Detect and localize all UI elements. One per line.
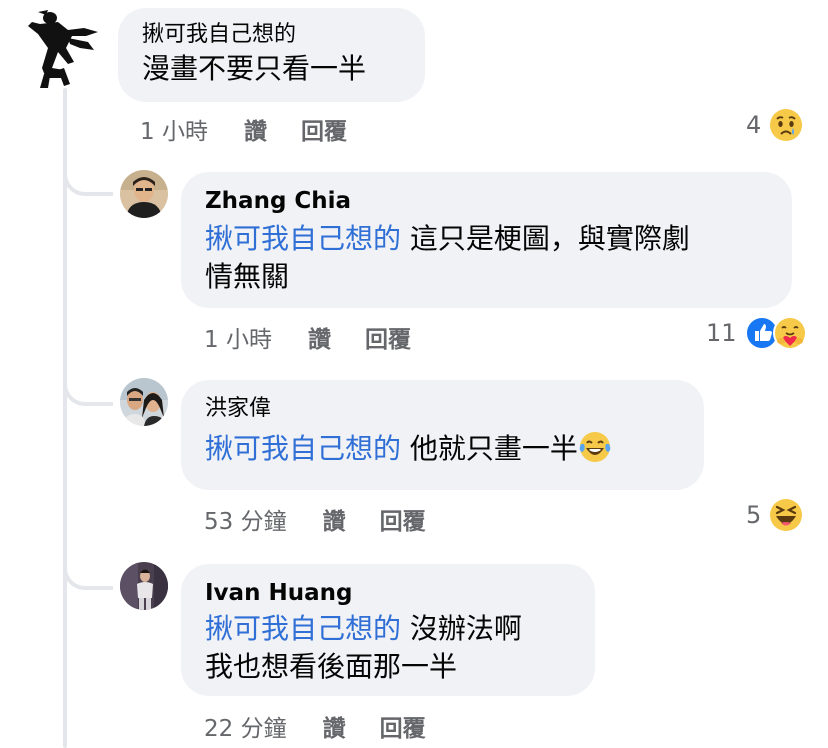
- reply-meta: 53 分鐘 讚回覆: [204, 502, 426, 536]
- reply-avatar[interactable]: [120, 170, 168, 218]
- person-photo-icon: [120, 562, 168, 610]
- thread-connector: [63, 376, 113, 406]
- comment-bubble: 揪可我自己想的 漫畫不要只看一半: [118, 8, 425, 102]
- reply-author[interactable]: Zhang Chia: [205, 186, 792, 216]
- commenter-avatar[interactable]: [28, 8, 102, 88]
- reply-author[interactable]: Ivan Huang: [205, 578, 595, 608]
- like-button[interactable]: 讚: [244, 112, 267, 146]
- person-photo-icon: [120, 170, 168, 218]
- reply-text: 揪可我自己想的 他就只畫一半: [205, 430, 704, 468]
- reply-author[interactable]: 洪家偉: [205, 394, 704, 424]
- thread-connector: [63, 560, 113, 590]
- sad-icon: [770, 109, 803, 141]
- comment-author[interactable]: 揪可我自己想的: [142, 20, 425, 50]
- reaction-count: 4: [746, 111, 762, 139]
- reply-bubble: Ivan Huang 揪可我自己想的 沒辦法啊 我也想看後面那一半: [181, 564, 595, 696]
- like-button[interactable]: 讚: [323, 502, 346, 536]
- mention-link[interactable]: 揪可我自己想的: [205, 432, 401, 465]
- reply-bubble: 洪家偉 揪可我自己想的 他就只畫一半: [181, 380, 704, 490]
- reply-time[interactable]: 1 小時: [204, 320, 272, 354]
- thread-connector: [63, 166, 113, 196]
- reply-text: 揪可我自己想的 這只是梗圖，與實際劇: [205, 222, 690, 255]
- laugh-tears-icon: [579, 432, 611, 462]
- care-icon: [772, 316, 807, 350]
- reply-text-line2: 我也想看後面那一半: [205, 650, 458, 683]
- reply-bubble: Zhang Chia 揪可我自己想的 這只是梗圖，與實際劇 情無關: [181, 172, 792, 308]
- couple-photo-icon: [120, 378, 168, 426]
- like-button[interactable]: 讚: [323, 709, 346, 743]
- reaction-summary[interactable]: 11: [706, 316, 807, 350]
- comment-text: 漫畫不要只看一半: [142, 52, 367, 85]
- reply-meta: 1 小時 讚回覆: [204, 320, 411, 354]
- reply-meta: 22 分鐘 讚回覆: [204, 709, 426, 743]
- reaction-summary[interactable]: 5: [746, 498, 803, 532]
- mention-link[interactable]: 揪可我自己想的: [205, 612, 401, 645]
- reply-avatar[interactable]: [120, 562, 168, 610]
- reaction-count: 11: [706, 319, 737, 347]
- comment-meta: 1 小時 讚回覆: [140, 112, 347, 146]
- reply-time[interactable]: 53 分鐘: [204, 502, 287, 536]
- dancer-silhouette-icon: [28, 10, 98, 88]
- reply-text: 揪可我自己想的 沒辦法啊: [205, 612, 522, 645]
- reply-button[interactable]: 回覆: [301, 112, 347, 146]
- mention-link[interactable]: 揪可我自己想的: [205, 222, 401, 255]
- like-button[interactable]: 讚: [308, 320, 331, 354]
- reply-time[interactable]: 22 分鐘: [204, 709, 287, 743]
- reaction-count: 5: [746, 501, 762, 529]
- reaction-summary[interactable]: 4: [746, 108, 803, 142]
- comment-time[interactable]: 1 小時: [140, 112, 208, 146]
- reply-text-line2: 情無關: [205, 260, 290, 293]
- reply-avatar[interactable]: [120, 378, 168, 426]
- reply-button[interactable]: 回覆: [380, 709, 426, 743]
- reply-button[interactable]: 回覆: [365, 320, 411, 354]
- haha-icon: [770, 499, 803, 531]
- reply-button[interactable]: 回覆: [380, 502, 426, 536]
